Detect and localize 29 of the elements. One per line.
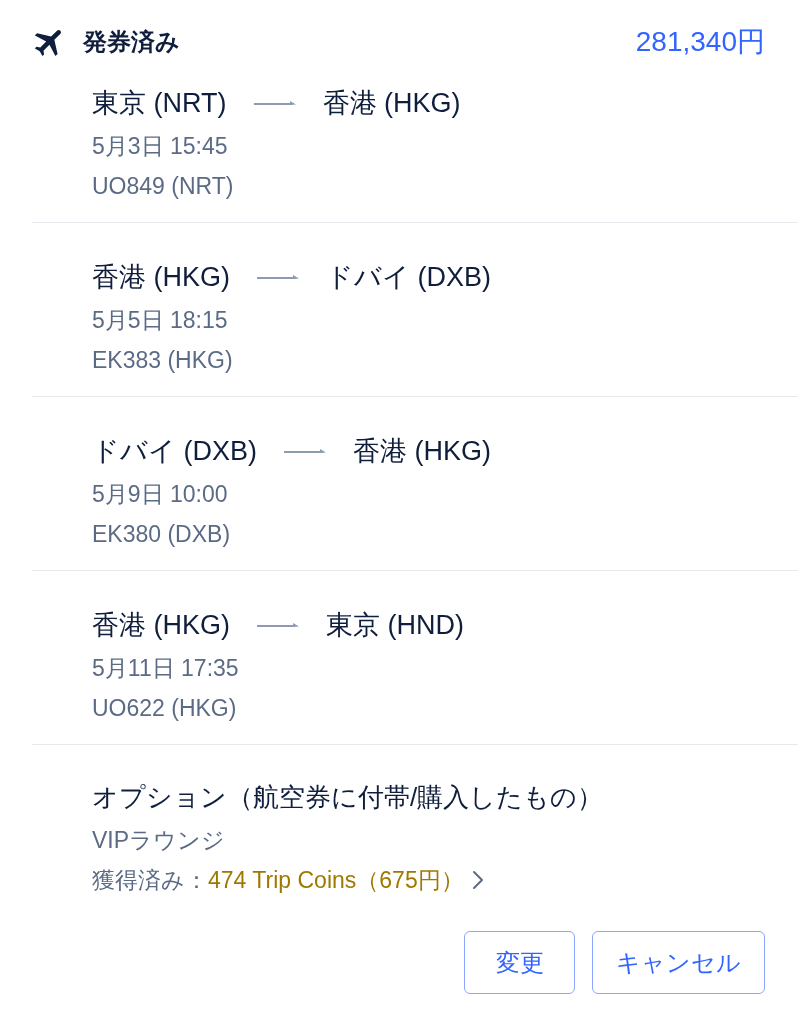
flight-number: EK380 (DXB) <box>92 522 231 546</box>
departure-datetime: 5月5日 18:15 <box>92 308 228 332</box>
arrow-icon <box>257 622 299 628</box>
coins-link[interactable]: 474 Trip Coins（675円） <box>208 868 464 892</box>
chevron-right-icon[interactable] <box>471 870 484 890</box>
arrow-icon <box>284 448 326 454</box>
departure-datetime: 5月11日 17:35 <box>92 656 239 680</box>
flight-number: UO849 (NRT) <box>92 174 234 198</box>
arrival-city: 東京 (HND) <box>326 611 464 639</box>
coins-label: 獲得済み： <box>92 868 208 892</box>
departure-city: 香港 (HKG) <box>92 263 230 291</box>
departure-city: 東京 (NRT) <box>92 89 227 117</box>
departure-datetime: 5月9日 10:00 <box>92 482 228 506</box>
total-price: 281,340円 <box>635 28 765 56</box>
change-button[interactable]: 変更 <box>464 931 575 994</box>
flight-number: EK383 (HKG) <box>92 348 233 372</box>
departure-city: 香港 (HKG) <box>92 611 230 639</box>
departure-datetime: 5月3日 15:45 <box>92 134 228 158</box>
flight-number: UO622 (HKG) <box>92 696 237 720</box>
arrow-icon <box>257 274 299 280</box>
cancel-button[interactable]: キャンセル <box>592 931 765 994</box>
options-title: オプション（航空券に付帯/購入したもの） <box>92 784 604 810</box>
arrival-city: 香港 (HKG) <box>322 89 461 117</box>
option-item: VIPラウンジ <box>92 828 226 852</box>
ticket-status: 発券済み <box>83 30 180 54</box>
arrival-city: ドバイ (DXB) <box>326 263 491 291</box>
departure-city: ドバイ (DXB) <box>92 437 257 465</box>
arrival-city: 香港 (HKG) <box>353 437 491 465</box>
arrow-icon <box>253 100 296 106</box>
